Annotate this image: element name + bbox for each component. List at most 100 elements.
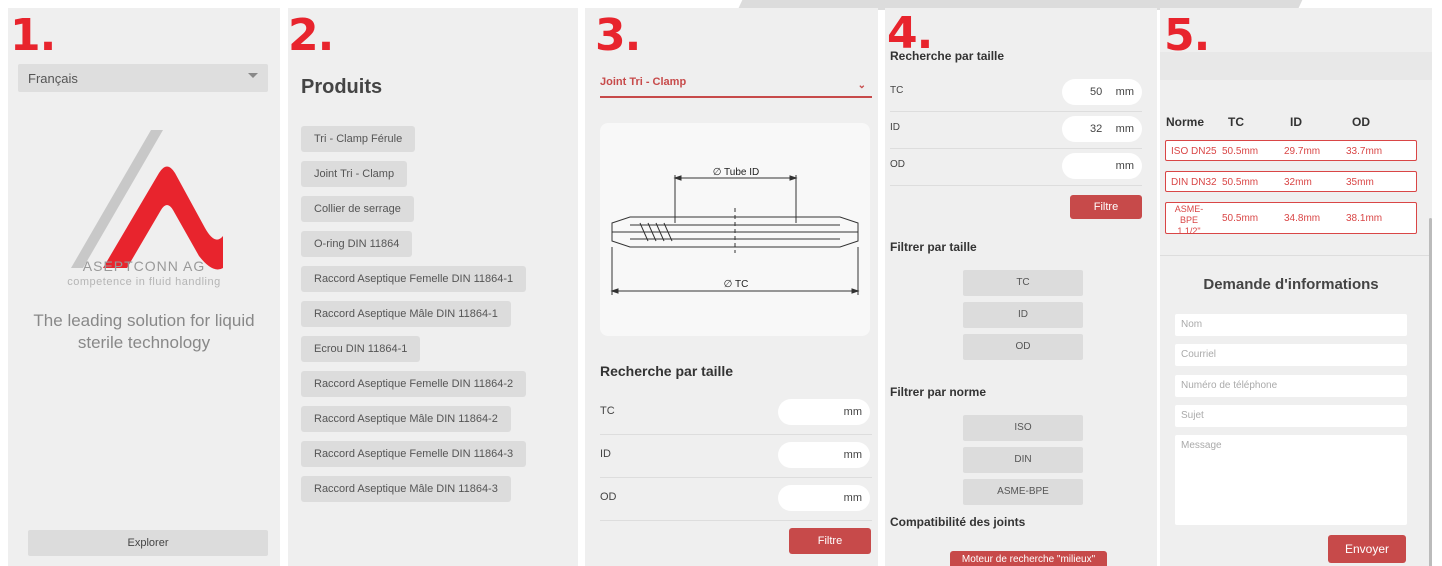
product-item[interactable]: Collier de serrage <box>301 196 414 222</box>
result-id: 34.8mm <box>1284 213 1321 224</box>
explore-button[interactable]: Explorer <box>28 530 268 556</box>
result-row[interactable]: ISO DN25 50.5mm 29.7mm 33.7mm <box>1165 140 1417 161</box>
media-search-engine-button[interactable]: Moteur de recherche "milieux" <box>950 551 1107 566</box>
id-input[interactable]: 32 mm <box>1062 116 1142 142</box>
result-row[interactable]: DIN DN32 50.5mm 32mm 35mm <box>1165 171 1417 192</box>
name-placeholder: Nom <box>1181 319 1203 330</box>
id-row: ID 32 mm <box>890 112 1142 149</box>
size-filter-od[interactable]: OD <box>963 334 1083 360</box>
joint-cross-section-drawing: ∅ Tube ID ∅ TC <box>610 167 860 295</box>
scrollbar[interactable] <box>1429 218 1432 566</box>
tc-input[interactable]: 50 mm <box>1062 79 1142 105</box>
subject-placeholder: Sujet <box>1181 410 1204 421</box>
col-od: OD <box>1352 115 1370 129</box>
tc-label: ∅ TC <box>724 279 749 290</box>
norm-filter-din[interactable]: DIN <box>963 447 1083 473</box>
result-norme-line2: 1 1/2" <box>1177 226 1201 236</box>
name-field[interactable]: Nom <box>1175 314 1407 336</box>
message-field[interactable]: Message <box>1175 435 1407 525</box>
result-od: 38.1mm <box>1346 213 1383 224</box>
id-value: 32 <box>1090 123 1103 135</box>
product-item[interactable]: Raccord Aseptique Mâle DIN 11864-3 <box>301 476 511 502</box>
products-title: Produits <box>301 76 383 98</box>
result-norme: ISO DN25 <box>1171 146 1217 157</box>
od-row: OD mm <box>890 149 1142 186</box>
result-norme: ASME-BPE 1 1/2" <box>1169 204 1209 237</box>
tc-label: TC <box>890 85 904 96</box>
send-button[interactable]: Envoyer <box>1328 535 1406 563</box>
result-id: 32mm <box>1284 177 1312 188</box>
result-od: 35mm <box>1346 177 1374 188</box>
divider <box>1160 255 1432 256</box>
col-id: ID <box>1290 115 1302 129</box>
result-norme-line1: ASME-BPE <box>1174 204 1204 225</box>
language-select[interactable]: Français <box>18 64 268 92</box>
screen-5-results: 5. Norme TC ID OD ISO DN25 50.5mm 29.7mm… <box>1160 8 1432 566</box>
chevron-down-icon: ⌄ <box>857 80 866 91</box>
email-placeholder: Courriel <box>1181 349 1217 360</box>
id-row: ID mm <box>600 436 872 478</box>
od-label: OD <box>600 491 617 503</box>
od-row: OD mm <box>600 479 872 521</box>
product-item[interactable]: O-ring DIN 11864 <box>301 231 413 257</box>
norm-filter-asme[interactable]: ASME-BPE <box>963 479 1083 505</box>
screen-1-home: 1. Français ASEPTCONN AG competence in f… <box>8 8 280 566</box>
result-tc: 50.5mm <box>1222 177 1259 188</box>
email-field[interactable]: Courriel <box>1175 344 1407 366</box>
brand-tagline: competence in fluid handling <box>67 276 221 288</box>
message-placeholder: Message <box>1181 440 1222 451</box>
screen-4-filters: 4. Recherche par taille TC 50 mm ID 32 m… <box>885 8 1157 566</box>
aseptconn-logo <box>71 130 223 270</box>
tc-input[interactable]: mm <box>778 399 870 425</box>
joint-diagram: ∅ Tube ID ∅ TC <box>600 123 870 336</box>
phone-field[interactable]: Numéro de téléphone <box>1175 375 1407 397</box>
product-item[interactable]: Joint Tri - Clamp <box>301 161 408 187</box>
tc-label: TC <box>600 405 615 417</box>
step-number-1: 1. <box>10 10 56 61</box>
filter-button[interactable]: Filtre <box>1070 195 1142 219</box>
id-label: ID <box>890 122 900 133</box>
brand-name: ASEPTCONN AG <box>82 258 206 274</box>
unit-label: mm <box>843 406 862 418</box>
result-od: 33.7mm <box>1346 146 1383 157</box>
product-item[interactable]: Raccord Aseptique Femelle DIN 11864-3 <box>301 441 527 467</box>
step-number-2: 2. <box>288 10 334 61</box>
unit-label: mm <box>843 449 862 461</box>
result-norme: DIN DN32 <box>1171 177 1217 188</box>
product-select[interactable]: Joint Tri - Clamp ⌄ <box>600 76 872 98</box>
compat-title: Compatibilité des joints <box>890 515 1026 529</box>
product-item[interactable]: Raccord Aseptique Femelle DIN 11864-1 <box>301 266 527 292</box>
app-screens-composite: 1. Français ASEPTCONN AG competence in f… <box>0 0 1442 566</box>
filter-button[interactable]: Filtre <box>789 528 871 554</box>
id-input[interactable]: mm <box>778 442 870 468</box>
tc-row: TC 50 mm <box>890 75 1142 112</box>
od-label: OD <box>890 159 905 170</box>
size-search-title: Recherche par taille <box>890 49 1005 63</box>
chevron-down-icon <box>248 73 258 78</box>
tc-value: 50 <box>1090 86 1103 98</box>
col-norme: Norme <box>1166 115 1205 129</box>
product-item[interactable]: Tri - Clamp Férule <box>301 126 416 152</box>
product-item[interactable]: Ecrou DIN 11864-1 <box>301 336 421 362</box>
product-item[interactable]: Raccord Aseptique Mâle DIN 11864-2 <box>301 406 511 432</box>
product-select-value: Joint Tri - Clamp <box>600 76 687 88</box>
result-tc: 50.5mm <box>1222 213 1259 224</box>
product-item[interactable]: Raccord Aseptique Femelle DIN 11864-2 <box>301 371 527 397</box>
id-label: ID <box>600 448 611 460</box>
unit-label: mm <box>1115 86 1134 98</box>
unit-label: mm <box>843 492 862 504</box>
od-input[interactable]: mm <box>778 485 870 511</box>
info-request-title: Demande d'informations <box>1203 276 1379 293</box>
subject-field[interactable]: Sujet <box>1175 405 1407 427</box>
result-row[interactable]: ASME-BPE 1 1/2" 50.5mm 34.8mm 38.1mm <box>1165 202 1417 237</box>
size-filter-id[interactable]: ID <box>963 302 1083 328</box>
screen-2-products: 2. Produits Tri - Clamp Férule Joint Tri… <box>288 8 578 566</box>
product-item[interactable]: Raccord Aseptique Mâle DIN 11864-1 <box>301 301 511 327</box>
od-input[interactable]: mm <box>1062 153 1142 179</box>
product-list: Tri - Clamp Férule Joint Tri - Clamp Col… <box>301 126 527 511</box>
size-search-title: Recherche par taille <box>600 363 734 379</box>
language-value: Français <box>28 71 78 86</box>
norm-filter-iso[interactable]: ISO <box>963 415 1083 441</box>
size-filter-tc[interactable]: TC <box>963 270 1083 296</box>
filter-norm-title: Filtrer par norme <box>890 385 987 399</box>
